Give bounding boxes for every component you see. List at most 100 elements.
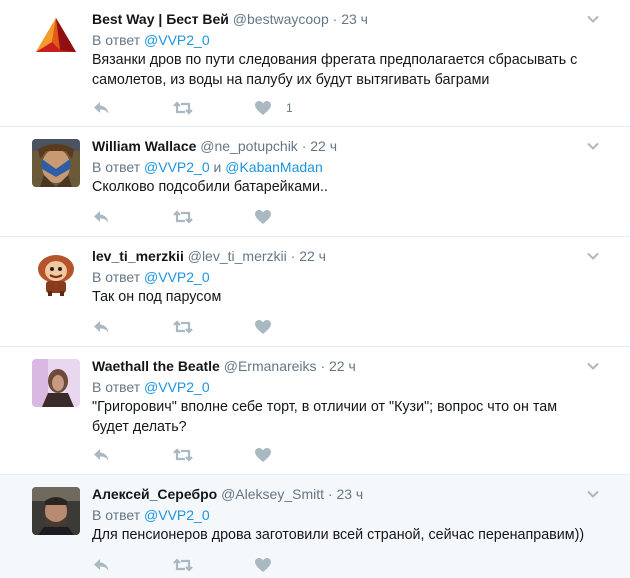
- author-name[interactable]: Алексей_Серебро: [92, 486, 217, 502]
- reply-button[interactable]: [92, 445, 110, 465]
- avatar[interactable]: [32, 12, 80, 60]
- chevron-down-icon: [587, 490, 599, 498]
- tweet-content: William Wallace @ne_potupchik · 22 ч В о…: [92, 137, 594, 197]
- mention-link[interactable]: @VVP2_0: [144, 507, 210, 523]
- more-options-button[interactable]: [586, 12, 600, 26]
- tweet-content: Алексей_Серебро @Aleksey_Smitt · 23 ч В …: [92, 485, 594, 545]
- separator-dot: ·: [301, 138, 307, 154]
- tweet-item[interactable]: Алексей_Серебро @Aleksey_Smitt · 23 ч В …: [0, 475, 630, 578]
- separator-dot: ·: [332, 11, 338, 27]
- heart-icon: [255, 101, 271, 115]
- tweet-text: Так он под парусом: [92, 289, 222, 305]
- reply-icon: [94, 559, 109, 571]
- timestamp[interactable]: 22 ч: [310, 138, 337, 154]
- more-options-button[interactable]: [586, 359, 600, 373]
- author-name[interactable]: Waethall the Beatle: [92, 358, 220, 374]
- heart-icon: [255, 320, 271, 334]
- avatar[interactable]: [32, 249, 80, 297]
- mention-link[interactable]: @VVP2_0: [144, 32, 210, 48]
- reply-button[interactable]: [92, 317, 110, 337]
- tweet-header: Алексей_Серебро @Aleksey_Smitt · 23 ч: [92, 485, 594, 503]
- chevron-down-icon: [587, 362, 599, 370]
- reply-context: В ответ @VVP2_0: [92, 267, 594, 287]
- retweet-button[interactable]: [172, 207, 194, 227]
- mention-link[interactable]: @VVP2_0: [144, 269, 210, 285]
- retweet-icon: [173, 558, 193, 572]
- like-button[interactable]: 1: [254, 98, 293, 118]
- reply-prefix: В ответ: [92, 379, 141, 395]
- avatar[interactable]: [32, 139, 80, 187]
- reply-button[interactable]: [92, 98, 110, 118]
- retweet-icon: [173, 210, 193, 224]
- author-name[interactable]: William Wallace: [92, 138, 196, 154]
- separator-dot: ·: [320, 358, 326, 374]
- heart-icon: [255, 448, 271, 462]
- tweet-text: Сколково подсобили батарейками..: [92, 179, 328, 195]
- retweet-icon: [173, 101, 193, 115]
- reply-prefix: В ответ: [92, 32, 141, 48]
- tweet-text: "Григорович" вполне себе торт, в отличии…: [92, 399, 558, 435]
- retweet-button[interactable]: [172, 317, 194, 337]
- reply-context: В ответ @VVP2_0: [92, 505, 594, 525]
- reply-button[interactable]: [92, 555, 110, 575]
- author-handle[interactable]: @Aleksey_Smitt: [221, 486, 324, 502]
- tweet-content: Waethall the Beatle @Ermanareiks · 22 ч …: [92, 357, 594, 437]
- reply-icon: [94, 211, 109, 223]
- mention-link[interactable]: @VVP2_0: [144, 379, 210, 395]
- reply-context: В ответ @VVP2_0: [92, 377, 594, 397]
- timestamp[interactable]: 22 ч: [329, 358, 356, 374]
- reply-button[interactable]: [92, 207, 110, 227]
- avatar[interactable]: [32, 359, 80, 407]
- mention-link[interactable]: @VVP2_0: [144, 159, 210, 175]
- timestamp[interactable]: 23 ч: [341, 11, 368, 27]
- tweet-item[interactable]: lev_ti_merzkii @lev_ti_merzkii · 22 ч В …: [0, 237, 630, 347]
- author-handle[interactable]: @bestwaycoop: [233, 11, 329, 27]
- tweet-header: lev_ti_merzkii @lev_ti_merzkii · 22 ч: [92, 247, 594, 265]
- retweet-icon: [173, 320, 193, 334]
- reply-context: В ответ @VVP2_0: [92, 30, 594, 50]
- retweet-button[interactable]: [172, 445, 194, 465]
- timestamp[interactable]: 22 ч: [299, 248, 326, 264]
- tweet-header: William Wallace @ne_potupchik · 22 ч: [92, 137, 594, 155]
- author-handle[interactable]: @ne_potupchik: [200, 138, 298, 154]
- like-button[interactable]: [254, 317, 272, 337]
- heart-icon: [255, 210, 271, 224]
- separator-dot: ·: [327, 486, 333, 502]
- mention-link[interactable]: @KabanMadan: [225, 159, 323, 175]
- separator-dot: ·: [290, 248, 296, 264]
- tweet-text: Вязанки дров по пути следования фрегата …: [92, 52, 578, 88]
- like-button[interactable]: [254, 207, 272, 227]
- reply-icon: [94, 449, 109, 461]
- more-options-button[interactable]: [586, 249, 600, 263]
- tweet-content: Best Way | Бест Вей @bestwaycoop · 23 ч …: [92, 10, 594, 90]
- reply-conjunction: и: [213, 159, 222, 175]
- avatar[interactable]: [32, 487, 80, 535]
- reply-context: В ответ @VVP2_0 и @KabanMadan: [92, 157, 594, 177]
- author-name[interactable]: Best Way | Бест Вей: [92, 11, 229, 27]
- chevron-down-icon: [587, 15, 599, 23]
- chevron-down-icon: [587, 252, 599, 260]
- chevron-down-icon: [587, 142, 599, 150]
- reply-icon: [94, 321, 109, 333]
- tweet-item[interactable]: Best Way | Бест Вей @bestwaycoop · 23 ч …: [0, 0, 630, 127]
- author-handle[interactable]: @Ermanareiks: [224, 358, 317, 374]
- retweet-icon: [173, 448, 193, 462]
- like-button[interactable]: [254, 445, 272, 465]
- more-options-button[interactable]: [586, 139, 600, 153]
- retweet-button[interactable]: [172, 98, 194, 118]
- tweet-item[interactable]: William Wallace @ne_potupchik · 22 ч В о…: [0, 127, 630, 237]
- reply-prefix: В ответ: [92, 159, 141, 175]
- tweet-header: Best Way | Бест Вей @bestwaycoop · 23 ч: [92, 10, 594, 28]
- timestamp[interactable]: 23 ч: [336, 486, 363, 502]
- reply-icon: [94, 102, 109, 114]
- tweet-header: Waethall the Beatle @Ermanareiks · 22 ч: [92, 357, 594, 375]
- tweet-item[interactable]: Waethall the Beatle @Ermanareiks · 22 ч …: [0, 347, 630, 475]
- retweet-button[interactable]: [172, 555, 194, 575]
- tweet-feed: Best Way | Бест Вей @bestwaycoop · 23 ч …: [0, 0, 630, 578]
- author-name[interactable]: lev_ti_merzkii: [92, 248, 184, 264]
- author-handle[interactable]: @lev_ti_merzkii: [188, 248, 287, 264]
- more-options-button[interactable]: [586, 487, 600, 501]
- heart-icon: [255, 558, 271, 572]
- like-button[interactable]: [254, 555, 272, 575]
- like-count: 1: [286, 101, 293, 115]
